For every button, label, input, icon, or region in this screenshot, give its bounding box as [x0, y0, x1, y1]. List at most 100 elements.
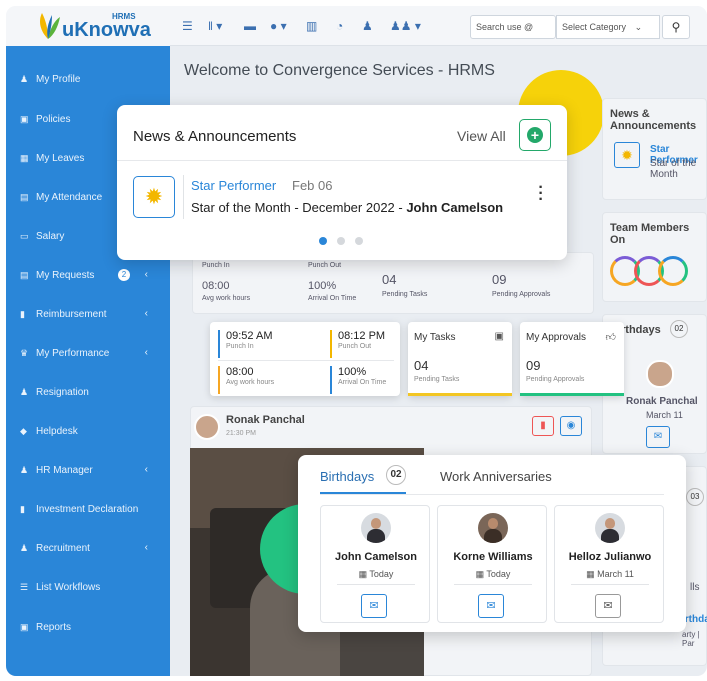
sidebar-item-label: My Requests	[36, 270, 95, 281]
right-bday-person: Ronak Panchal	[626, 396, 698, 407]
user-icon: ♟	[20, 74, 29, 84]
post-author: Ronak Panchal	[226, 414, 305, 426]
sidebar-item-label: Resignation	[36, 387, 89, 398]
approvals-count: 09	[526, 358, 541, 373]
avatar-body	[601, 529, 619, 543]
view-button[interactable]: ◉	[560, 416, 582, 436]
send-wish-button[interactable]: ✉	[595, 594, 621, 618]
delete-button[interactable]: ▮	[532, 416, 554, 436]
news-item-person: John Camelson	[406, 200, 504, 215]
dashboard-icon[interactable]: ◔	[336, 17, 343, 35]
bg-avg-hours-label: Avg work hours	[202, 295, 251, 302]
chart-icon[interactable]: ▥	[306, 17, 317, 35]
news-item-description: Star of the Month - December 2022 -	[191, 200, 407, 215]
sidebar-item-resignation[interactable]: ♟ Resignation	[6, 381, 170, 403]
send-wish-button[interactable]: ✉	[478, 594, 504, 618]
person-card: Korne Williams ▦ Today ✉	[437, 505, 547, 623]
person-name: John Camelson	[335, 551, 417, 563]
sidebar-item-recruitment[interactable]: ♟ Recruitment ‹	[6, 537, 170, 559]
carousel-dot-active[interactable]	[319, 237, 327, 245]
tab-work-anniversaries[interactable]: Work Anniversaries	[440, 469, 552, 484]
team-avatar-3	[658, 256, 688, 286]
ticket-icon: ◆	[20, 426, 27, 436]
group-icon[interactable]: ♟♟ ▾	[390, 17, 421, 35]
tab-birthdays[interactable]: Birthdays	[320, 469, 374, 484]
person-date: ▦ Today	[438, 569, 548, 580]
divider	[454, 584, 532, 585]
add-news-button[interactable]: +	[519, 119, 551, 151]
mail-icon: ✉	[653, 431, 663, 442]
tasks-bar	[408, 393, 512, 396]
sidebar-item-my-performance[interactable]: ♛ My Performance ‹	[6, 342, 170, 364]
calendar-icon: ▦	[358, 569, 370, 579]
avatar	[595, 513, 625, 543]
carousel-dot[interactable]	[355, 237, 363, 245]
user-icon[interactable]: ♟	[362, 17, 373, 35]
right-bday-date: March 11	[646, 410, 683, 420]
right-star-icon: ✹	[614, 142, 640, 168]
divider	[183, 175, 184, 219]
send-wish-button[interactable]: ✉	[361, 594, 387, 618]
copy-icon: ▣	[20, 114, 29, 124]
person-card: Helloz Julianwo ▦ March 11 ✉	[554, 505, 664, 623]
sidebar-item-label: My Profile	[36, 74, 81, 85]
category-select[interactable]: Select Category ⌄	[556, 15, 660, 39]
bg-tasks-label: Pending Tasks	[382, 291, 428, 298]
birthdays-card: Birthdays 02 Work Anniversaries John Cam…	[298, 455, 686, 632]
logo[interactable]: uKnowva HRMS	[6, 6, 170, 46]
sidebar-item-label: My Performance	[36, 348, 110, 359]
chevron-left-icon: ‹	[144, 308, 148, 319]
sidebar-item-helpdesk[interactable]: ◆ Helpdesk	[6, 420, 170, 442]
top-bar: uKnowva HRMS ☰ ǁ ▾ ▬ ● ▾ ▥ ◔ ♟ ♟♟ ▾ Sear…	[6, 6, 707, 46]
approvals-title: My Approvals	[526, 332, 587, 343]
sidebar-item-label: Recruitment	[36, 543, 90, 554]
chevron-left-icon: ‹	[144, 542, 148, 553]
sidebar-item-my-requests[interactable]: ▤ My Requests 2 ‹	[6, 264, 170, 286]
bg-tasks-count: 04	[382, 272, 397, 287]
tasks-count: 04	[414, 358, 429, 373]
right-news-sub: Star of the Month	[650, 158, 697, 180]
star-icon: ✹	[133, 176, 175, 218]
avatar	[361, 513, 391, 543]
punch-out-label: Punch Out	[338, 343, 372, 350]
more-options-icon[interactable]: · · ·	[537, 180, 545, 208]
sidebar-item-investment-declaration[interactable]: ▮ Investment Declaration	[6, 498, 170, 520]
calendar-icon: ▦	[475, 569, 487, 579]
sidebar-item-reimbursement[interactable]: ▮ Reimbursement ‹	[6, 303, 170, 325]
right-mail-button[interactable]: ✉	[646, 426, 670, 448]
avatar-head	[488, 518, 498, 529]
sidebar-item-label: Investment Declaration	[36, 504, 139, 515]
person-date-value: March 11	[597, 569, 634, 579]
sidebar-item-reports[interactable]: ▣ Reports	[6, 616, 170, 638]
right-bday-count: 02	[670, 320, 688, 338]
user-icon: ♟	[20, 465, 29, 475]
divider	[218, 360, 394, 361]
sidebar-item-hr-manager[interactable]: ♟ HR Manager ‹	[6, 459, 170, 481]
sidebar-item-list-workflows[interactable]: ☰ List Workflows	[6, 576, 170, 598]
user-plus-icon: ♟	[20, 543, 29, 553]
bg-approvals-label: Pending Approvals	[492, 291, 551, 298]
chevron-down-icon: ⌄	[634, 22, 643, 32]
list-icon[interactable]: ☰	[182, 17, 193, 35]
news-item-title[interactable]: Star Performer	[191, 178, 276, 193]
sidebar-item-label: Policies	[36, 114, 71, 125]
arrival-cell: 100% Arrival On Time	[330, 366, 396, 394]
search-input[interactable]: Search use @	[470, 15, 556, 39]
clipboard-icon: ▤	[20, 270, 29, 280]
right-party-text: arty | Par	[682, 630, 700, 648]
sidebar-item-label: Salary	[36, 231, 65, 242]
sidebar-item-my-profile[interactable]: ♟ My Profile	[6, 68, 170, 90]
carousel-dot[interactable]	[337, 237, 345, 245]
my-approvals-card[interactable]: My Approvals 👍︎ 09 Pending Approvals	[520, 322, 624, 396]
avg-hours-value: 08:00	[226, 366, 254, 378]
info-icon[interactable]: ● ▾	[270, 17, 287, 35]
avatar-head	[371, 518, 381, 529]
my-tasks-card[interactable]: My Tasks ▣ 04 Pending Tasks	[408, 322, 512, 396]
person-date-value: Today	[486, 569, 511, 579]
rss-icon[interactable]: ǁ ▾	[208, 17, 222, 35]
chevron-left-icon: ‹	[144, 269, 148, 280]
folder-icon[interactable]: ▬	[244, 17, 256, 35]
view-all-link[interactable]: View All	[457, 128, 506, 144]
search-button[interactable]: ⚲	[662, 15, 690, 39]
attendance-card: 09:52 AM Punch In 08:12 PM Punch Out 08:…	[210, 322, 400, 396]
